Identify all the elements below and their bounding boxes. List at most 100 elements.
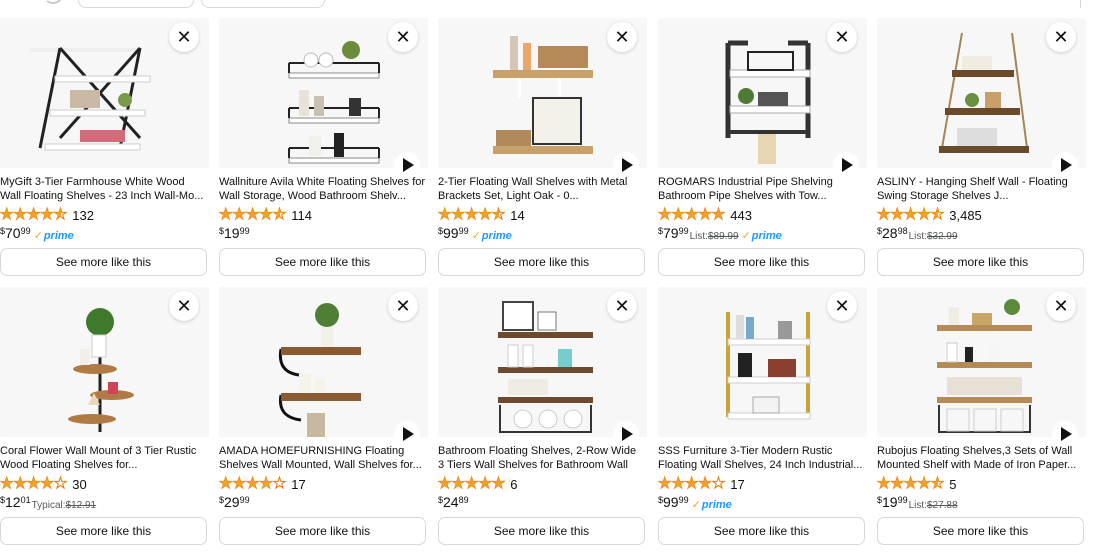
product-card[interactable]: ✕ Bathroom Floating Shelves, 2-Row Wide 3… bbox=[437, 287, 647, 549]
product-title[interactable]: 2-Tier Floating Wall Shelves with Metal … bbox=[438, 175, 645, 203]
product-title[interactable]: SSS Furniture 3-Tier Modern Rustic Float… bbox=[658, 444, 865, 472]
close-icon: ✕ bbox=[395, 27, 411, 47]
product-title[interactable]: Wallniture Avila White Floating Shelves … bbox=[219, 175, 426, 203]
star-rating[interactable]: ★★★★★★★★★★ bbox=[657, 475, 725, 492]
see-more-like-this-button[interactable]: See more like this bbox=[658, 248, 865, 276]
see-more-like-this-button[interactable]: See more like this bbox=[0, 248, 207, 276]
rating-row[interactable]: ★★★★★★★★★★ 17 bbox=[657, 475, 744, 492]
review-count[interactable]: 5 bbox=[949, 477, 956, 492]
close-icon: ✕ bbox=[1053, 296, 1069, 316]
review-count[interactable]: 17 bbox=[730, 477, 744, 492]
star-rating[interactable]: ★★★★★★★★★★ bbox=[218, 206, 286, 223]
dismiss-button[interactable]: ✕ bbox=[169, 22, 199, 52]
product-title[interactable]: Rubojus Floating Shelves,3 Sets of Wall … bbox=[877, 444, 1084, 472]
prime-label: prime bbox=[43, 230, 74, 242]
rating-row[interactable]: ★★★★★ ★★★★★ 6 bbox=[437, 475, 517, 492]
play-icon bbox=[403, 158, 414, 172]
review-count[interactable]: 443 bbox=[730, 208, 752, 223]
product-card[interactable]: ✕ ROGMARS Industrial Pipe Shelving Bathro… bbox=[657, 18, 867, 280]
rating-row[interactable]: ★★★★★★★★★★ 132 bbox=[0, 206, 94, 223]
review-count[interactable]: 17 bbox=[291, 477, 305, 492]
close-icon: ✕ bbox=[176, 296, 192, 316]
rating-row[interactable]: ★★★★★★★★★★ 14 bbox=[437, 206, 524, 223]
product-card[interactable]: ✕ Coral Flower Wall Mount of 3 Tier Rusti… bbox=[0, 287, 209, 549]
review-count[interactable]: 14 bbox=[510, 208, 524, 223]
rating-row[interactable]: ★★★★★★★★★★ 5 bbox=[876, 475, 956, 492]
see-more-like-this-button[interactable]: See more like this bbox=[438, 248, 645, 276]
rating-row[interactable]: ★★★★★★★★★★ 30 bbox=[0, 475, 87, 492]
price-whole: 19 bbox=[224, 225, 240, 241]
price-fraction: 99 bbox=[239, 226, 250, 236]
price-fraction: 01 bbox=[20, 495, 31, 505]
product-title[interactable]: Bathroom Floating Shelves, 2-Row Wide 3 … bbox=[438, 444, 645, 472]
star-rating[interactable]: ★★★★★★★★★★ bbox=[437, 475, 505, 492]
product-title[interactable]: MyGift 3-Tier Farmhouse White Wood Wall … bbox=[0, 175, 207, 203]
star-rating[interactable]: ★★★★★★★★★★ bbox=[657, 206, 725, 223]
review-count[interactable]: 30 bbox=[72, 477, 86, 492]
price: $19 99 List: $27.88 bbox=[877, 494, 958, 511]
review-count[interactable]: 6 bbox=[510, 477, 517, 492]
product-card[interactable]: ✕ MyGift 3-Tier Farmhouse White Wood Wall… bbox=[0, 18, 209, 280]
star-rating[interactable]: ★★★★★★★★★★ bbox=[876, 475, 944, 492]
product-title[interactable]: Coral Flower Wall Mount of 3 Tier Rustic… bbox=[0, 444, 207, 472]
back-icon[interactable] bbox=[44, 0, 62, 4]
price-fraction: 99 bbox=[897, 495, 908, 505]
dismiss-button[interactable]: ✕ bbox=[1046, 22, 1076, 52]
product-title[interactable]: ASLINY - Hanging Shelf Wall - Floating S… bbox=[877, 175, 1084, 203]
see-more-like-this-button[interactable]: See more like this bbox=[658, 517, 865, 545]
price: $70 99 ✓prime bbox=[0, 225, 74, 242]
prime-check-icon: ✓ bbox=[33, 230, 43, 242]
price-fraction: 99 bbox=[678, 226, 689, 236]
product-card[interactable]: ✕ AMADA HOMEFURNISHING Floating Shelves W… bbox=[218, 287, 428, 549]
star-rating[interactable]: ★★★★★★★★★★ bbox=[218, 475, 286, 492]
price-whole: 99 bbox=[663, 494, 679, 510]
star-fill-icon: ★★★★★ bbox=[877, 207, 938, 223]
see-more-like-this-button[interactable]: See more like this bbox=[0, 517, 207, 545]
see-more-like-this-button[interactable]: See more like this bbox=[438, 517, 645, 545]
product-card[interactable]: ✕ 2-Tier Floating Wall Shelves with Metal… bbox=[437, 18, 647, 280]
product-card[interactable]: ✕ SSS Furniture 3-Tier Modern Rustic Floa… bbox=[657, 287, 867, 549]
price-fraction: 89 bbox=[458, 495, 469, 505]
dismiss-button[interactable]: ✕ bbox=[607, 291, 637, 321]
product-title[interactable]: ROGMARS Industrial Pipe Shelving Bathroo… bbox=[658, 175, 865, 203]
star-fill-icon: ★★★★★ bbox=[658, 476, 712, 492]
see-more-like-this-button[interactable]: See more like this bbox=[219, 517, 426, 545]
dismiss-button[interactable]: ✕ bbox=[169, 291, 199, 321]
product-title[interactable]: AMADA HOMEFURNISHING Floating Shelves Wa… bbox=[219, 444, 426, 472]
prime-badge: ✓prime bbox=[692, 498, 732, 511]
filter-chip[interactable] bbox=[78, 0, 194, 8]
review-count[interactable]: 3,485 bbox=[949, 208, 982, 223]
star-rating[interactable]: ★★★★★★★★★★ bbox=[0, 206, 68, 223]
star-rating[interactable]: ★★★★★★★★★★ bbox=[876, 206, 944, 223]
star-fill-icon: ★★★★★ bbox=[438, 207, 499, 223]
see-more-like-this-button[interactable]: See more like this bbox=[877, 517, 1084, 545]
play-icon bbox=[1061, 427, 1072, 441]
dismiss-button[interactable]: ✕ bbox=[827, 22, 857, 52]
review-count[interactable]: 132 bbox=[72, 208, 94, 223]
rating-row[interactable]: ★★★★★★★★★★ 17 bbox=[218, 475, 305, 492]
rating-row[interactable]: ★★★★★★★★★★ 3,485 bbox=[876, 206, 982, 223]
dismiss-button[interactable]: ✕ bbox=[388, 22, 418, 52]
prime-label: prime bbox=[701, 499, 732, 511]
product-card[interactable]: ✕ Rubojus Floating Shelves,3 Sets of Wall… bbox=[876, 287, 1086, 549]
prime-check-icon: ✓ bbox=[471, 230, 481, 242]
star-rating[interactable]: ★★★★★★★★★★ bbox=[437, 206, 505, 223]
dismiss-button[interactable]: ✕ bbox=[1046, 291, 1076, 321]
see-more-like-this-button[interactable]: See more like this bbox=[219, 248, 426, 276]
dismiss-button[interactable]: ✕ bbox=[827, 291, 857, 321]
see-more-like-this-button[interactable]: See more like this bbox=[877, 248, 1084, 276]
star-rating[interactable]: ★★★★★★★★★★ bbox=[0, 475, 68, 492]
rating-row[interactable]: ★★★★★ ★★★★★ 443 bbox=[657, 206, 752, 223]
rating-row[interactable]: ★★★★★★★★★★ 114 bbox=[218, 206, 312, 223]
price-fraction: 99 bbox=[239, 495, 250, 505]
review-count[interactable]: 114 bbox=[291, 208, 312, 223]
product-card[interactable]: ✕ Wallniture Avila White Floating Shelves… bbox=[218, 18, 428, 280]
dismiss-button[interactable]: ✕ bbox=[388, 291, 418, 321]
list-price-label: List: bbox=[908, 231, 927, 242]
price-whole: 19 bbox=[882, 494, 898, 510]
star-fill-icon: ★★★★★ bbox=[877, 476, 938, 492]
price-whole: 24 bbox=[443, 494, 459, 510]
filter-chip[interactable] bbox=[201, 0, 325, 8]
dismiss-button[interactable]: ✕ bbox=[607, 22, 637, 52]
product-card[interactable]: ✕ ASLINY - Hanging Shelf Wall - Floating … bbox=[876, 18, 1086, 280]
